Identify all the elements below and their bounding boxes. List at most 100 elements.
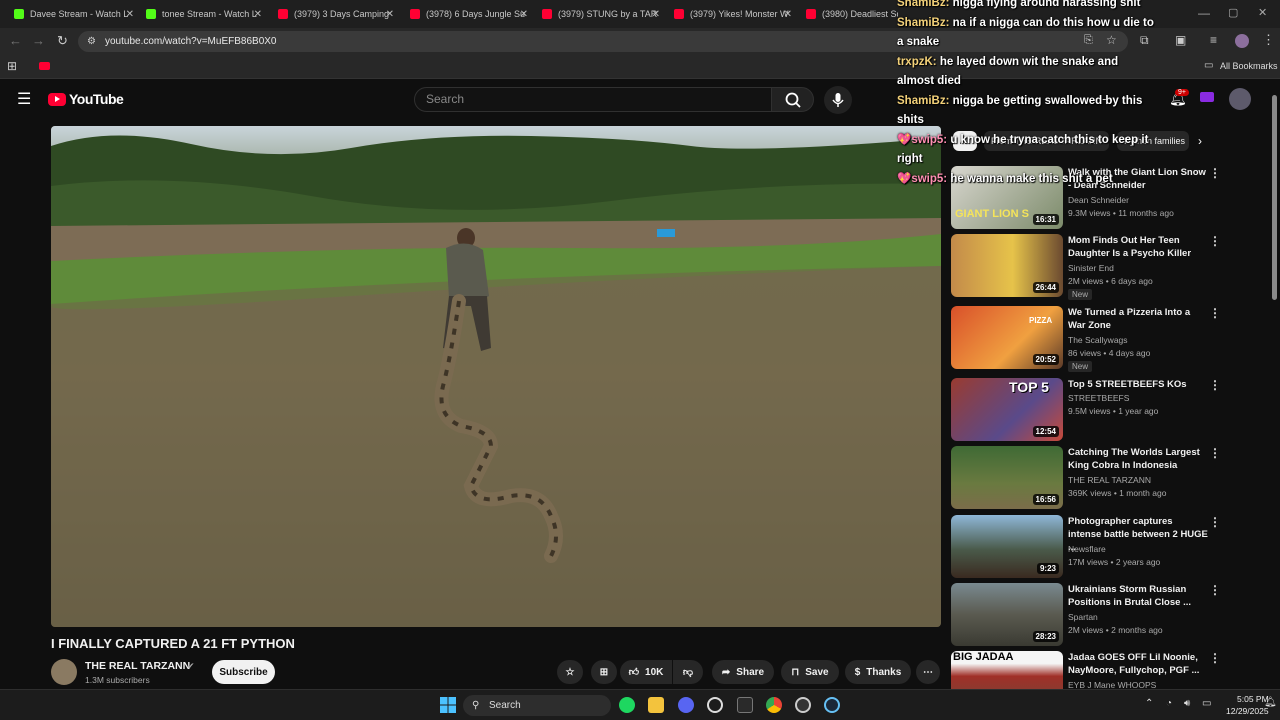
- browser-tab[interactable]: (3979) Yikes! Monster W ✕: [666, 3, 796, 25]
- video-thumbnail[interactable]: PIZZA 20:52: [951, 306, 1063, 369]
- more-vert-icon[interactable]: ⋮: [1209, 583, 1221, 597]
- maximize-icon[interactable]: ▢: [1228, 6, 1238, 19]
- video-title[interactable]: We Turned a Pizzeria Into a War Zone: [1068, 306, 1208, 332]
- all-bookmarks-label[interactable]: All Bookmarks: [1220, 61, 1278, 71]
- save-button[interactable]: ⊓ Save: [781, 660, 839, 684]
- recommendation-item[interactable]: BIG JADAA Jadaa GOES OFF Lil Noonie, Nay…: [951, 651, 1231, 689]
- volume-icon[interactable]: 🔊︎: [1184, 698, 1190, 709]
- browser-tab[interactable]: (3978) 6 Days Jungle Su ✕: [402, 3, 532, 25]
- more-vert-icon[interactable]: ⋮: [1209, 234, 1221, 248]
- channel-name[interactable]: Spartan: [1068, 612, 1098, 622]
- video-title[interactable]: Top 5 STREETBEEFS KOs: [1068, 378, 1208, 391]
- app-icon[interactable]: [795, 697, 811, 713]
- video-title[interactable]: Jadaa GOES OFF Lil Noonie, NayMoore, Ful…: [1068, 651, 1208, 677]
- sidebar-icon[interactable]: ▣: [1175, 33, 1186, 47]
- page-scrollbar[interactable]: [1272, 95, 1277, 300]
- share-button[interactable]: ➦ Share: [712, 660, 774, 684]
- more-vert-icon[interactable]: ⋮: [1209, 306, 1221, 320]
- minimize-icon[interactable]: —: [1198, 6, 1210, 20]
- close-icon[interactable]: ✕: [386, 9, 394, 20]
- browser-tab[interactable]: (3980) Deadliest Score: [798, 3, 898, 25]
- more-vert-icon[interactable]: ⋮: [1209, 378, 1221, 392]
- steam-icon[interactable]: [824, 697, 840, 713]
- grid-button[interactable]: ⊞: [591, 660, 617, 684]
- more-vert-icon[interactable]: ⋮: [1209, 166, 1221, 180]
- chevron-right-icon[interactable]: ›: [1198, 134, 1202, 148]
- more-vert-icon[interactable]: ⋮: [1209, 515, 1221, 529]
- browser-menu-icon[interactable]: ⋮: [1262, 32, 1275, 48]
- video-thumbnail[interactable]: 28:23: [951, 583, 1063, 646]
- channel-avatar[interactable]: [51, 659, 77, 685]
- recommendation-item[interactable]: 26:44 Mom Finds Out Her Teen Daughter Is…: [951, 234, 1231, 300]
- spotify-icon[interactable]: [619, 697, 635, 713]
- wifi-icon[interactable]: ◔: [1166, 698, 1172, 709]
- reload-icon[interactable]: ↻: [57, 33, 68, 49]
- channel-name[interactable]: THE REAL TARZANN: [85, 660, 190, 672]
- video-title[interactable]: Ukrainians Storm Russian Positions in Br…: [1068, 583, 1208, 609]
- chrome-icon[interactable]: [766, 697, 782, 713]
- taskbar-search[interactable]: ⚲ Search: [463, 695, 611, 716]
- channel-name[interactable]: The Scallywags: [1068, 335, 1128, 345]
- recommendation-item[interactable]: 16:56 Catching The Worlds Largest King C…: [951, 446, 1231, 510]
- recommendation-item[interactable]: TOP 5 12:54 Top 5 STREETBEEFS KOs STREET…: [951, 378, 1231, 442]
- file-explorer-icon[interactable]: [648, 697, 664, 713]
- chevron-up-icon[interactable]: ⌃: [1145, 698, 1153, 709]
- discord-icon[interactable]: [678, 697, 694, 713]
- extension-icon[interactable]: [1200, 92, 1214, 102]
- epic-games-icon[interactable]: [737, 697, 753, 713]
- close-icon[interactable]: ✕: [784, 9, 792, 20]
- profile-avatar[interactable]: [1235, 34, 1249, 48]
- thanks-button[interactable]: $ Thanks: [845, 660, 911, 684]
- video-thumbnail[interactable]: 9:23: [951, 515, 1063, 578]
- search-input[interactable]: Search: [414, 87, 772, 112]
- browser-tab[interactable]: (3979) STUNG by a TAR ✕: [534, 3, 664, 25]
- close-icon[interactable]: ✕: [126, 9, 134, 20]
- video-player[interactable]: [51, 126, 941, 627]
- star-button[interactable]: ☆: [557, 660, 583, 684]
- app-icon[interactable]: [707, 697, 723, 713]
- recommendation-item[interactable]: 9:23 Photographer captures intense battl…: [951, 515, 1231, 579]
- notification-center-icon[interactable]: 🔔︎: [1264, 697, 1277, 708]
- more-vert-icon[interactable]: ⋮: [1209, 446, 1221, 460]
- youtube-bookmark-icon[interactable]: [39, 62, 50, 70]
- battery-icon[interactable]: ▭: [1202, 698, 1211, 709]
- channel-name[interactable]: EYB J Mane WHOOPS: [1068, 680, 1156, 689]
- channel-name[interactable]: Dean Schneider: [1068, 195, 1129, 205]
- video-thumbnail[interactable]: BIG JADAA: [951, 651, 1063, 689]
- back-icon[interactable]: ←: [9, 33, 22, 48]
- subscribe-button[interactable]: Subscribe: [212, 660, 275, 684]
- close-icon[interactable]: ✕: [254, 9, 262, 20]
- video-thumbnail[interactable]: 26:44: [951, 234, 1063, 297]
- like-button[interactable]: 👍︎ 10K: [620, 660, 672, 684]
- video-thumbnail[interactable]: TOP 5 12:54: [951, 378, 1063, 441]
- browser-tab[interactable]: Davee Stream - Watch L ✕: [6, 3, 138, 25]
- more-actions-button[interactable]: ⋯: [916, 660, 940, 684]
- close-icon[interactable]: ✕: [652, 9, 660, 20]
- apps-grid-icon[interactable]: ⊞: [7, 59, 17, 73]
- channel-name[interactable]: Newsflare: [1068, 544, 1106, 554]
- browser-tab[interactable]: (3979) 3 Days Camping ✕: [270, 3, 398, 25]
- clock-date[interactable]: 12/29/2025: [1226, 706, 1269, 716]
- dislike-button[interactable]: 👎︎: [673, 660, 703, 684]
- media-icon[interactable]: ≡: [1210, 33, 1217, 47]
- forward-icon[interactable]: →: [32, 33, 45, 48]
- voice-search-button[interactable]: [824, 86, 852, 114]
- browser-tab[interactable]: tonee Stream - Watch L ✕: [138, 3, 266, 25]
- more-vert-icon[interactable]: ⋮: [1209, 651, 1221, 665]
- channel-name[interactable]: STREETBEEFS: [1068, 393, 1129, 403]
- account-avatar[interactable]: [1229, 88, 1251, 110]
- close-icon[interactable]: ✕: [520, 9, 528, 20]
- recommendation-item[interactable]: PIZZA 20:52 We Turned a Pizzeria Into a …: [951, 306, 1231, 372]
- window-close-icon[interactable]: ✕: [1258, 6, 1267, 19]
- video-title[interactable]: Mom Finds Out Her Teen Daughter Is a Psy…: [1068, 234, 1208, 260]
- channel-name[interactable]: THE REAL TARZANN: [1068, 475, 1151, 485]
- video-title[interactable]: Catching The Worlds Largest King Cobra I…: [1068, 446, 1208, 472]
- hamburger-menu-icon[interactable]: ☰: [17, 89, 31, 109]
- recommendation-item[interactable]: 28:23 Ukrainians Storm Russian Positions…: [951, 583, 1231, 647]
- video-thumbnail[interactable]: 16:56: [951, 446, 1063, 509]
- search-button[interactable]: [771, 87, 814, 112]
- site-info-icon[interactable]: ⚙: [87, 31, 96, 52]
- channel-name[interactable]: Sinister End: [1068, 263, 1114, 273]
- youtube-logo[interactable]: YouTube: [48, 91, 124, 107]
- windows-start-icon[interactable]: [440, 697, 456, 713]
